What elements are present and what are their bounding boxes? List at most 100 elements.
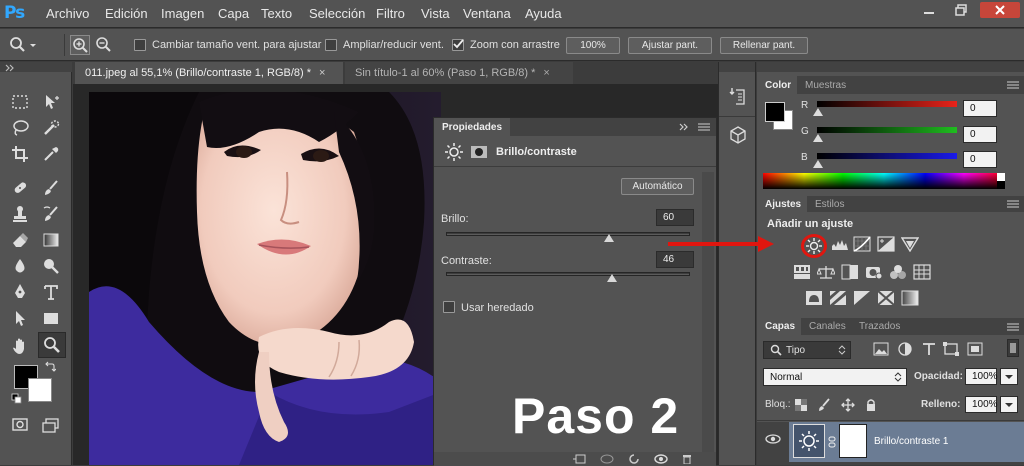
properties-tab[interactable]: Propiedades — [434, 118, 511, 136]
tab-document-inactive[interactable]: Sin título-1 al 60% (Paso 1, RGB/8) * × — [345, 62, 573, 84]
layer-row-brightness-contrast[interactable]: Brillo/contraste 1 — [789, 422, 1024, 462]
zoom-all-windows-checkbox[interactable] — [325, 39, 337, 51]
menu-filtro[interactable]: Filtro — [376, 6, 405, 21]
vibrance-adjustment-icon[interactable] — [901, 236, 919, 252]
brightness-slider-thumb[interactable] — [604, 234, 615, 242]
channel-g-slider[interactable] — [817, 127, 957, 133]
swap-colors-icon[interactable] — [44, 361, 56, 373]
resize-windows-checkbox[interactable] — [134, 39, 146, 51]
contrast-value-input[interactable]: 46 — [656, 251, 694, 268]
menu-vista[interactable]: Vista — [421, 6, 450, 21]
history-panel-icon[interactable] — [728, 86, 748, 108]
clip-to-layer-icon[interactable] — [572, 454, 586, 464]
delete-icon[interactable] — [682, 454, 692, 464]
quick-selection-tool-icon[interactable] — [38, 116, 64, 140]
color-balance-adjustment-icon[interactable] — [817, 264, 835, 280]
history-brush-tool-icon[interactable] — [38, 202, 64, 226]
tab-close-icon[interactable]: × — [543, 67, 549, 79]
contrast-slider-thumb[interactable] — [606, 274, 617, 282]
channel-r-input[interactable]: 0 — [963, 100, 997, 117]
restore-icon[interactable] — [946, 2, 976, 18]
menu-archivo[interactable]: Archivo — [46, 6, 89, 21]
actual-pixels-button[interactable]: 100% — [566, 37, 620, 54]
minimize-icon[interactable] — [914, 2, 944, 18]
levels-adjustment-icon[interactable] — [831, 236, 849, 252]
visibility-eye-icon[interactable] — [654, 454, 668, 464]
screen-mode-icon[interactable] — [38, 413, 64, 437]
crop-tool-icon[interactable] — [7, 142, 33, 166]
clone-stamp-tool-icon[interactable] — [7, 202, 33, 226]
menu-edicion[interactable]: Edición — [105, 6, 148, 21]
tab-swatches[interactable]: Muestras — [797, 76, 855, 94]
selective-color-adjustment-icon[interactable] — [877, 290, 895, 306]
panel-menu-icon[interactable] — [1006, 80, 1020, 90]
mask-thumbnail-icon[interactable] — [470, 144, 488, 160]
exposure-adjustment-icon[interactable] — [877, 236, 895, 252]
tab-document-active[interactable]: 011.jpeg al 55,1% (Brillo/contraste 1, R… — [75, 62, 343, 84]
channel-g-thumb[interactable] — [813, 134, 823, 142]
quick-mask-icon[interactable] — [7, 413, 33, 437]
dodge-tool-icon[interactable] — [38, 254, 64, 278]
menu-texto[interactable]: Texto — [261, 6, 292, 21]
path-selection-tool-icon[interactable] — [7, 306, 33, 330]
collapse-panel-icon[interactable] — [678, 122, 690, 132]
eraser-tool-icon[interactable] — [7, 228, 33, 252]
brush-tool-icon[interactable] — [38, 176, 64, 200]
move-tool-icon[interactable] — [38, 90, 64, 114]
color-foreground-swatch[interactable] — [765, 102, 785, 122]
gradient-map-adjustment-icon[interactable] — [901, 290, 919, 306]
close-window-icon[interactable] — [980, 2, 1020, 18]
threshold-adjustment-icon[interactable] — [853, 290, 871, 306]
rectangle-tool-icon[interactable] — [38, 306, 64, 330]
fill-screen-button[interactable]: Rellenar pant. — [720, 37, 808, 54]
lock-transparency-icon[interactable] — [795, 399, 807, 411]
channel-r-thumb[interactable] — [813, 108, 823, 116]
posterize-adjustment-icon[interactable] — [829, 290, 847, 306]
auto-button[interactable]: Automático — [621, 178, 694, 195]
pen-tool-icon[interactable] — [7, 280, 33, 304]
hue-saturation-adjustment-icon[interactable] — [793, 264, 811, 280]
tab-color[interactable]: Color — [757, 76, 800, 94]
lasso-tool-icon[interactable] — [7, 116, 33, 140]
channel-g-input[interactable]: 0 — [963, 126, 997, 143]
background-color-swatch[interactable] — [28, 378, 52, 402]
opacity-input[interactable]: 100% — [965, 368, 998, 385]
properties-scrollbar[interactable] — [702, 172, 714, 462]
zoom-out-icon[interactable] — [94, 35, 114, 55]
curves-adjustment-icon[interactable] — [853, 236, 871, 252]
brightness-contrast-adjustment-icon[interactable] — [805, 237, 823, 254]
opacity-dropdown-icon[interactable] — [1000, 368, 1018, 385]
filter-shape-icon[interactable] — [943, 342, 959, 356]
3d-panel-icon[interactable] — [728, 124, 748, 146]
panel-menu-icon[interactable] — [1006, 322, 1020, 332]
layer-visibility-eye-icon[interactable] — [765, 434, 781, 444]
channel-b-input[interactable]: 0 — [963, 151, 997, 168]
layer-mask-thumbnail[interactable] — [839, 424, 867, 458]
menu-seleccion[interactable]: Selección — [309, 6, 365, 21]
filter-pixel-icon[interactable] — [873, 342, 889, 356]
lock-all-icon[interactable] — [865, 398, 877, 412]
filter-type-icon[interactable] — [921, 342, 937, 356]
channel-mixer-adjustment-icon[interactable] — [889, 264, 907, 280]
hand-tool-icon[interactable] — [7, 334, 33, 358]
zoom-in-icon[interactable] — [70, 35, 90, 55]
tab-paths[interactable]: Trazados — [851, 318, 909, 335]
marquee-tool-icon[interactable] — [7, 90, 33, 114]
blend-mode-select[interactable]: Normal — [763, 368, 907, 386]
view-previous-icon[interactable] — [600, 454, 614, 464]
tab-layers[interactable]: Capas — [757, 318, 804, 335]
panel-menu-icon[interactable] — [1006, 199, 1020, 209]
fit-screen-button[interactable]: Ajustar pant. — [628, 37, 712, 54]
channel-b-slider[interactable] — [817, 153, 957, 159]
tab-close-icon[interactable]: × — [319, 67, 325, 79]
layer-filter-kind-select[interactable]: Tipo — [763, 341, 851, 359]
scrubby-zoom-checkbox[interactable] — [452, 39, 464, 51]
channel-r-slider[interactable] — [817, 101, 957, 107]
fill-dropdown-icon[interactable] — [1000, 396, 1018, 413]
color-spectrum-ramp[interactable] — [763, 173, 1005, 189]
layer-link-icon[interactable] — [828, 436, 836, 448]
brightness-slider-track[interactable] — [446, 232, 690, 236]
menu-ayuda[interactable]: Ayuda — [525, 6, 562, 21]
menu-ventana[interactable]: Ventana — [463, 6, 511, 21]
healing-brush-tool-icon[interactable] — [7, 176, 33, 200]
